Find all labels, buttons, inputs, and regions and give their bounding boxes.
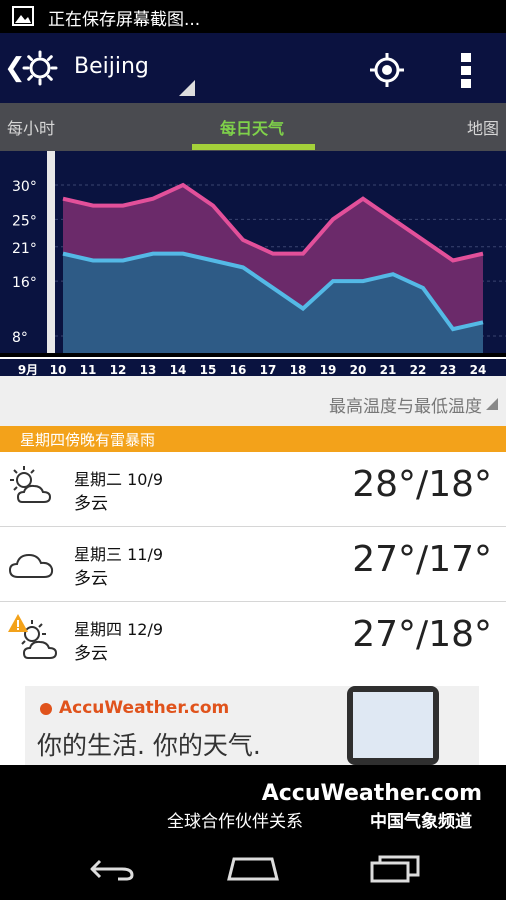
forecast-row[interactable]: 星期二 10/9 多云 28°/18° [0,452,506,527]
forecast-condition: 多云 [74,644,108,664]
cloud-icon [8,553,54,578]
forecast-temps: 28°/18° [352,464,492,505]
ad-slogan: 你的生活. 你的天气. [37,731,261,760]
ad-banner[interactable]: AccuWeather.com 你的生活. 你的天气. [25,686,479,765]
back-nav-icon[interactable] [88,857,136,881]
x-tick-label: 10 [50,363,67,376]
x-tick-label: 23 [440,363,457,376]
x-tick-label: 16 [230,363,247,376]
x-tick-label: 24 [470,363,487,376]
partner-brand: AccuWeather.com [261,781,482,806]
dropdown-triangle-icon[interactable] [179,80,195,96]
tab-daily[interactable]: 每日天气 [220,115,284,139]
x-tick-label: 20 [350,363,367,376]
x-tick-label: 18 [290,363,307,376]
forecast-condition: 多云 [74,494,108,514]
home-nav-icon[interactable] [226,855,280,881]
x-tick-label: 17 [260,363,277,376]
ad-brand: AccuWeather.com [59,698,230,718]
locate-icon[interactable] [370,53,404,87]
warning-partly-cloudy-icon [8,614,58,659]
chart-legend-bar: 最高温度与最低温度 [0,376,506,426]
legend-label[interactable]: 最高温度与最低温度 [329,392,482,417]
weather-alert-banner[interactable]: 星期四傍晚有雷暴雨 [0,426,506,452]
forecast-condition: 多云 [74,569,108,589]
chart-svg: 30° 25° 21° 16° 8° 9月 10 11 12 13 14 15 16 17 18 19 20 21… [0,151,506,378]
app-bar: ❮ Beijing [0,33,506,103]
chart-left-edge [47,151,55,353]
partner-bar: AccuWeather.com 全球合作伙伴关系 中国气象频道 [0,765,506,835]
phone-screen [353,692,433,758]
sun-icon [22,50,58,86]
tab-map[interactable]: 地图 [467,115,499,139]
x-tick-label: 12 [110,363,127,376]
forecast-temps: 27°/17° [352,539,492,580]
temperature-chart: 30° 25° 21° 16° 8° 9月 10 11 12 13 14 15 16 17 18 19 20 21… [0,151,506,378]
y-tick-label: 25° [12,213,37,229]
x-tick-label: 9月 [18,363,38,376]
navigation-bar [0,835,506,900]
x-tick-label: 13 [140,363,157,376]
x-axis-strip [0,358,506,378]
forecast-row[interactable]: 星期四 12/9 多云 27°/18° [0,602,506,677]
x-tick-label: 14 [170,363,187,376]
active-tab-indicator [192,144,315,150]
screenshot-icon [12,6,34,26]
city-name[interactable]: Beijing [74,54,149,79]
x-tick-label: 22 [410,363,427,376]
x-tick-label: 11 [80,363,97,376]
tab-hourly[interactable]: 每小时 [7,115,55,139]
y-tick-label: 8° [12,330,28,346]
recents-nav-icon[interactable] [370,855,420,883]
x-tick-label: 15 [200,363,217,376]
status-bar: 正在保存屏幕截图... [0,0,506,33]
x-tick-label: 19 [320,363,337,376]
partly-cloudy-icon [10,466,52,503]
y-tick-label: 16° [12,275,37,291]
overflow-menu-icon[interactable] [459,51,473,89]
alert-text: 星期四傍晚有雷暴雨 [20,431,156,449]
forecast-date: 星期二 10/9 [74,470,164,489]
status-text: 正在保存屏幕截图... [48,10,201,30]
forecast-row[interactable]: 星期三 11/9 多云 27°/17° [0,527,506,602]
forecast-list: 星期二 10/9 多云 28°/18° 星期三 11/9 多云 27°/17° … [0,452,506,677]
cma-logo: 中国气象频道 [370,812,472,832]
x-tick-label: 21 [380,363,397,376]
forecast-date: 星期三 11/9 [74,545,164,564]
tab-bar: 每小时 每日天气 地图 [0,103,506,151]
accuweather-sun-icon [40,703,52,715]
y-tick-label: 21° [12,241,37,257]
dropdown-triangle-icon[interactable] [486,398,498,410]
forecast-date: 星期四 12/9 [74,620,164,639]
y-tick-label: 30° [12,179,37,195]
phone-image [347,686,439,765]
partner-text: 全球合作伙伴关系 [167,812,303,832]
forecast-temps: 27°/18° [352,614,492,655]
